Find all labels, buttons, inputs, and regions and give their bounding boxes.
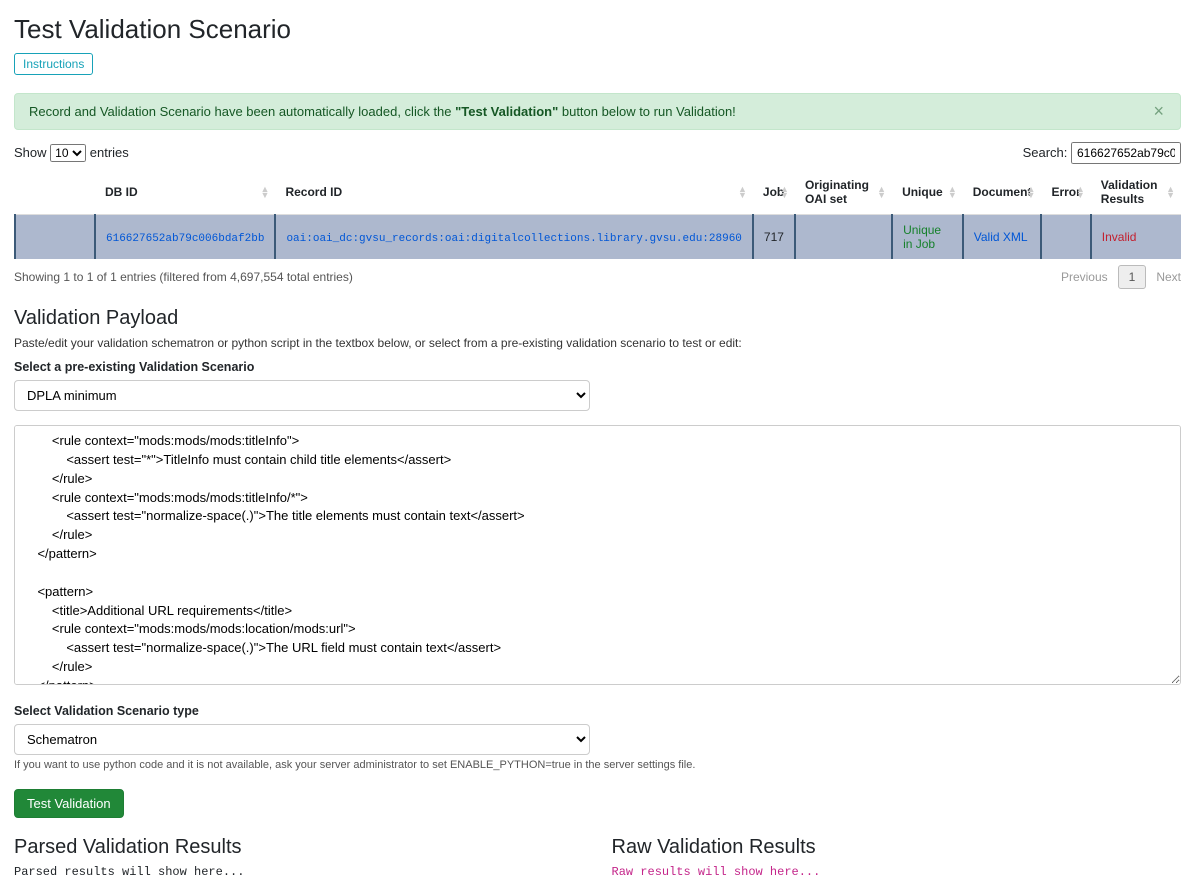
entries-select[interactable]: 10 <box>50 144 86 162</box>
auto-load-alert: Record and Validation Scenario have been… <box>14 93 1181 130</box>
records-table: DB ID ▲▼ Record ID ▲▼ Job▲▼ Originating OA… <box>14 170 1181 259</box>
cell-unique: Unique in Job <box>903 223 941 251</box>
instructions-button[interactable]: Instructions <box>14 53 93 75</box>
search-label: Search: <box>1023 145 1068 160</box>
show-label-pre: Show <box>14 145 50 160</box>
col-record-id-label: Record ID <box>285 185 342 199</box>
col-record-id[interactable]: Record ID ▲▼ <box>275 170 752 215</box>
alert-text-strong: "Test Validation" <box>455 104 558 119</box>
record-id-link[interactable]: oai:oai_dc:gvsu_records:oai:digitalcolle… <box>286 233 741 245</box>
scenario-type-select[interactable]: Schematron <box>14 724 590 755</box>
sort-icon: ▲▼ <box>948 186 957 198</box>
parsed-results-heading: Parsed Validation Results <box>14 836 584 859</box>
sort-icon: ▲▼ <box>1166 186 1175 198</box>
sort-icon: ▲▼ <box>780 186 789 198</box>
col-oai-set[interactable]: Originating OAI set ▲▼ <box>795 170 892 215</box>
entries-selector: Show 10 entries <box>14 144 129 162</box>
col-validation[interactable]: Validation Results ▲▼ <box>1091 170 1181 215</box>
col-db-id-label: DB ID <box>105 185 138 199</box>
col-db-id[interactable]: DB ID ▲▼ <box>95 170 275 215</box>
document-link[interactable]: Valid XML <box>974 230 1028 244</box>
cell-validation: Invalid <box>1102 230 1137 244</box>
search-wrapper: Search: <box>1023 142 1181 164</box>
col-unique-label: Unique <box>902 185 943 199</box>
scenario-select-label: Select a pre-existing Validation Scenari… <box>14 360 1181 374</box>
table-row: 616627652ab79c006bdaf2bb oai:oai_dc:gvsu… <box>15 215 1181 260</box>
search-input[interactable] <box>1071 142 1181 164</box>
test-validation-button[interactable]: Test Validation <box>14 789 124 818</box>
payload-desc: Paste/edit your validation schematron or… <box>14 336 1181 350</box>
raw-results-heading: Raw Validation Results <box>612 836 1182 859</box>
cell-error <box>1041 215 1090 260</box>
payload-heading: Validation Payload <box>14 307 1181 330</box>
col-document[interactable]: Document▲▼ <box>963 170 1042 215</box>
cell-oai-set <box>795 215 892 260</box>
next-button[interactable]: Next <box>1156 270 1181 284</box>
previous-button[interactable]: Previous <box>1061 270 1108 284</box>
sort-icon: ▲▼ <box>1076 186 1085 198</box>
col-error[interactable]: Error▲▼ <box>1041 170 1090 215</box>
cell-job: 717 <box>753 215 795 260</box>
sort-icon: ▲▼ <box>738 186 747 198</box>
parsed-results-placeholder: Parsed results will show here... <box>14 865 584 879</box>
col-oai-set-label: Originating OAI set <box>805 178 869 206</box>
db-id-link[interactable]: 616627652ab79c006bdaf2bb <box>106 233 264 245</box>
show-label-post: entries <box>90 145 129 160</box>
page-title: Test Validation Scenario <box>14 14 1181 45</box>
col-checkbox <box>15 170 95 215</box>
page-1-button[interactable]: 1 <box>1118 265 1147 289</box>
scenario-type-label: Select Validation Scenario type <box>14 704 1181 718</box>
cell-checkbox <box>15 215 95 260</box>
col-job[interactable]: Job▲▼ <box>753 170 795 215</box>
col-unique[interactable]: Unique ▲▼ <box>892 170 963 215</box>
col-validation-label: Validation Results <box>1101 178 1158 206</box>
sort-icon: ▲▼ <box>877 186 886 198</box>
close-icon[interactable]: × <box>1147 100 1170 123</box>
raw-results-placeholder: Raw results will show here... <box>612 865 1182 879</box>
alert-text-post: button below to run Validation! <box>558 104 736 119</box>
payload-textarea[interactable] <box>14 425 1181 685</box>
pagination: Previous 1 Next <box>1061 265 1181 289</box>
col-document-label: Document <box>973 185 1032 199</box>
sort-icon: ▲▼ <box>1027 186 1036 198</box>
scenario-select[interactable]: DPLA minimum <box>14 380 590 411</box>
python-hint: If you want to use python code and it is… <box>14 759 1181 771</box>
table-info: Showing 1 to 1 of 1 entries (filtered fr… <box>14 270 353 284</box>
sort-icon: ▲▼ <box>261 186 270 198</box>
alert-text-pre: Record and Validation Scenario have been… <box>29 104 455 119</box>
